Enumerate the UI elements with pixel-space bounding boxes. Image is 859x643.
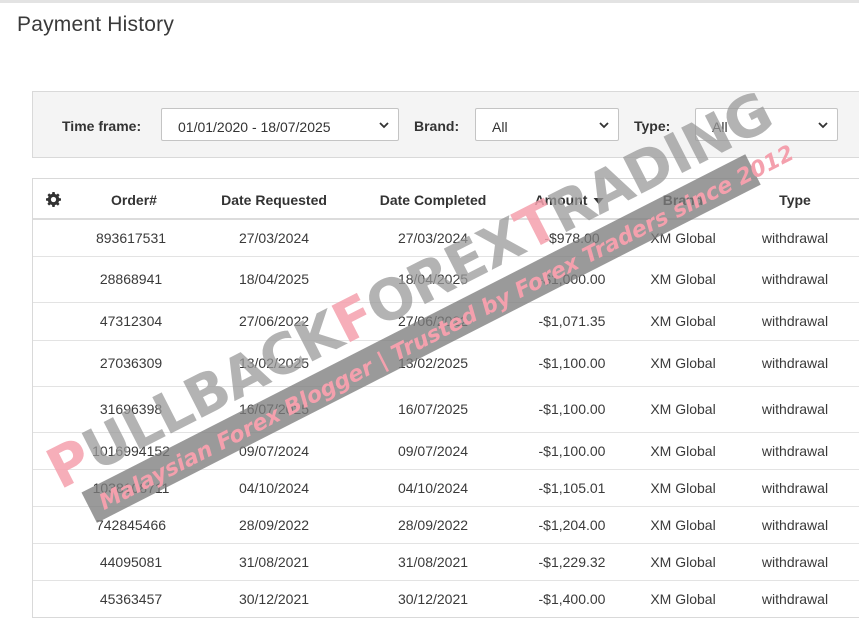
table-row[interactable]: 31696398 16/07/2025 16/07/2025 -$1,100.00 XM… [33,387,859,433]
cell-brand: XM Global [650,271,716,287]
cell-order: 1038108711 [92,480,170,496]
chevron-down-icon [599,122,609,129]
page-title: Payment History [17,13,175,36]
cell-order: 28868941 [99,271,163,287]
cell-brand: XM Global [650,401,716,417]
column-header-amount-label: Amount [534,192,588,208]
cell-amount: -$1,100.00 [538,401,606,417]
cell-brand: XM Global [650,591,716,607]
cell-date-completed: 27/03/2024 [397,230,469,246]
type-select[interactable]: All [695,108,838,141]
cell-date-completed: 04/10/2024 [397,480,469,496]
table-row[interactable]: 47312304 27/06/2022 27/06/2022 -$1,071.35 XM… [33,303,859,341]
cell-order: 742845466 [95,517,167,533]
cell-amount: -$1,229.32 [538,554,606,570]
cell-type: withdrawal [761,480,829,496]
cell-amount: -$1,000.00 [538,271,606,287]
timeframe-select[interactable]: 01/01/2020 - 18/07/2025 [161,108,399,141]
cell-order: 893617531 [95,230,167,246]
column-header-date-completed[interactable]: Date Completed [380,192,487,208]
cell-amount: -$1,100.00 [538,355,606,371]
timeframe-label: Time frame: [62,118,142,134]
cell-date-requested: 09/07/2024 [238,443,310,459]
filter-bar: Time frame: 01/01/2020 - 18/07/2025 Bran… [32,91,859,158]
cell-order: 31696398 [99,401,163,417]
cell-type: withdrawal [761,271,829,287]
chevron-down-icon [818,122,828,129]
cell-amount: -$1,071.35 [538,313,606,329]
cell-date-completed: 28/09/2022 [397,517,469,533]
brand-select[interactable]: All [475,108,619,141]
cell-order: 44095081 [99,554,163,570]
gear-icon[interactable] [46,192,61,207]
cell-type: withdrawal [761,401,829,417]
cell-type: withdrawal [761,591,829,607]
cell-brand: XM Global [650,355,716,371]
cell-type: withdrawal [761,230,829,246]
cell-type: withdrawal [761,313,829,329]
cell-date-requested: 31/08/2021 [238,554,310,570]
cell-order: 1016994152 [92,443,170,459]
table-row[interactable]: 1016994152 09/07/2024 09/07/2024 -$1,100.00… [33,433,859,470]
table-row[interactable]: 44095081 31/08/2021 31/08/2021 -$1,229.32 XM… [33,544,859,581]
cell-date-completed: 31/08/2021 [397,554,469,570]
column-header-brand[interactable]: Brand [663,192,703,208]
cell-amount: -$1,100.00 [538,443,606,459]
cell-date-completed: 18/04/2025 [397,271,469,287]
cell-amount: -$1,400.00 [538,591,606,607]
cell-order: 45363457 [99,591,163,607]
column-header-order[interactable]: Order# [111,192,157,208]
cell-date-requested: 28/09/2022 [238,517,310,533]
cell-date-completed: 27/06/2022 [397,313,469,329]
timeframe-value: 01/01/2020 - 18/07/2025 [178,119,331,135]
column-header-type[interactable]: Type [779,192,811,208]
cell-brand: XM Global [650,517,716,533]
type-label: Type: [634,118,671,134]
table-row[interactable]: 742845466 28/09/2022 28/09/2022 -$1,204.00 X… [33,507,859,544]
cell-date-completed: 09/07/2024 [397,443,469,459]
cell-date-completed: 16/07/2025 [397,401,469,417]
cell-type: withdrawal [761,355,829,371]
column-header-amount[interactable]: Amount [535,192,604,208]
cell-date-requested: 27/06/2022 [238,313,310,329]
cell-date-requested: 30/12/2021 [238,591,310,607]
cell-type: withdrawal [761,554,829,570]
payment-table: Order# Date Requested Date Completed Amo… [32,178,859,618]
cell-order: 27036309 [99,355,163,371]
cell-date-requested: 18/04/2025 [238,271,310,287]
table-row[interactable]: 45363457 30/12/2021 30/12/2021 -$1,400.00 XM… [33,581,859,619]
cell-amount: -$1,204.00 [538,517,606,533]
cell-date-requested: 13/02/2025 [238,355,310,371]
cell-brand: XM Global [650,313,716,329]
cell-brand: XM Global [650,443,716,459]
table-row[interactable]: 893617531 27/03/2024 27/03/2024 -$978.00 XM … [33,220,859,257]
chevron-down-icon [379,122,389,129]
top-border [0,0,859,3]
cell-brand: XM Global [650,480,716,496]
table-header: Order# Date Requested Date Completed Amo… [33,179,859,220]
brand-value: All [492,119,508,135]
type-value: All [712,119,728,135]
table-row[interactable]: 27036309 13/02/2025 13/02/2025 -$1,100.00 XM… [33,341,859,387]
cell-type: withdrawal [761,443,829,459]
cell-type: withdrawal [761,517,829,533]
cell-brand: XM Global [650,554,716,570]
cell-date-completed: 13/02/2025 [397,355,469,371]
table-row[interactable]: 1038108711 04/10/2024 04/10/2024 -$1,105.01… [33,470,859,507]
cell-date-requested: 04/10/2024 [238,480,310,496]
cell-order: 47312304 [99,313,163,329]
cell-date-requested: 16/07/2025 [238,401,310,417]
table-row[interactable]: 28868941 18/04/2025 18/04/2025 -$1,000.00 XM… [33,257,859,303]
brand-label: Brand: [414,118,460,134]
cell-amount: -$1,105.01 [538,480,606,496]
caret-down-icon [593,198,604,205]
cell-date-requested: 27/03/2024 [238,230,310,246]
cell-date-completed: 30/12/2021 [397,591,469,607]
column-header-date-requested[interactable]: Date Requested [221,192,327,208]
cell-brand: XM Global [650,230,716,246]
cell-amount: -$978.00 [544,230,600,246]
